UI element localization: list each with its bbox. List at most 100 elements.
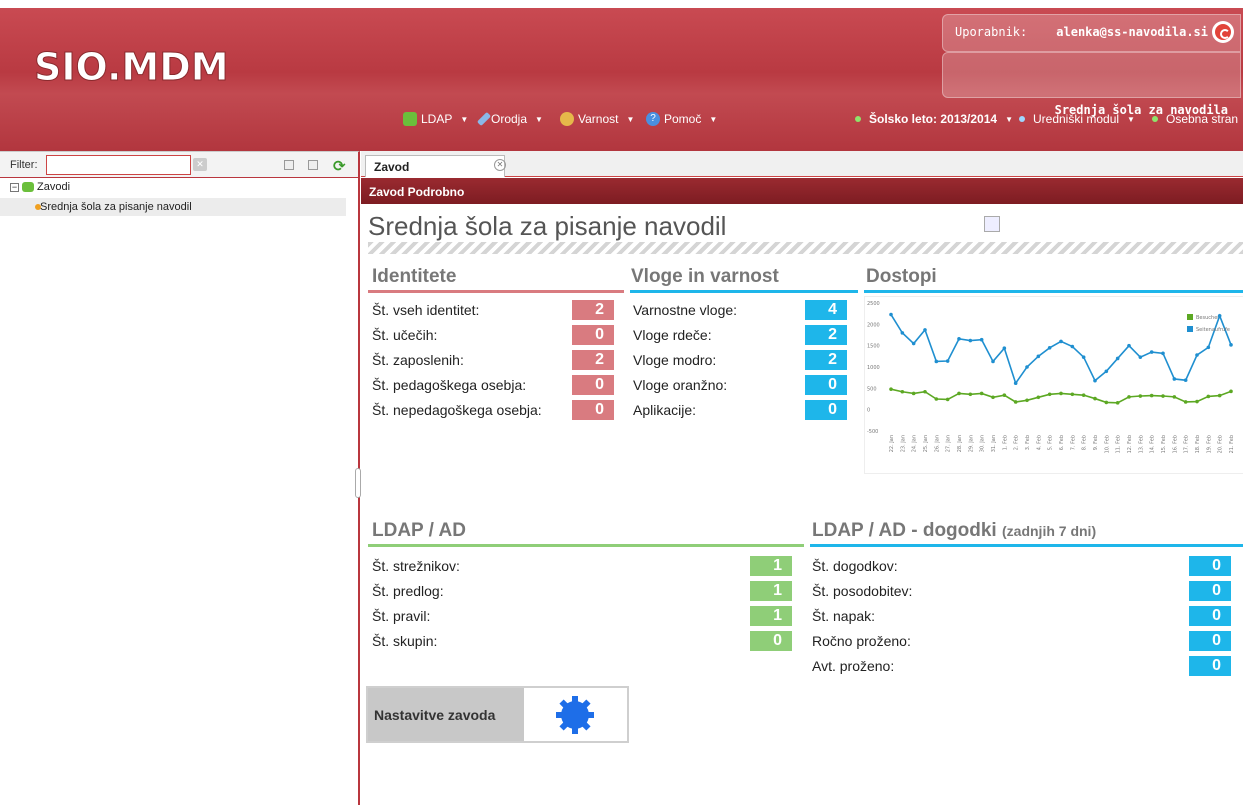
data-point [1047,392,1052,397]
ldap-row-value: 1 [750,606,792,626]
tree-root[interactable]: − Zavodi [10,181,70,193]
dogodki-title: LDAP / AD - dogodki [812,520,997,541]
menu-personal-page-label: Osebna stran [1166,112,1239,126]
data-point [945,359,950,363]
data-point [1149,350,1154,354]
identitete-row-label: Št. vseh identitet: [372,302,480,318]
menu-personal-page[interactable]: Osebna stran [1152,112,1238,126]
x-tick-label: 26. Jan [934,435,940,452]
menu-varnost[interactable]: Varnost ▼ [560,112,634,126]
tree-item-school[interactable]: Srednja šola za pisanje navodil [0,198,346,216]
tab-bar: Zavod ✕ [361,151,1243,177]
collapse-all-icon[interactable] [284,160,294,170]
data-point [1059,339,1063,344]
gear-icon [556,696,594,734]
expand-all-icon[interactable] [308,160,318,170]
x-tick-label: 12. Feb [1127,435,1133,453]
bullet-icon [1019,116,1025,122]
data-point [1047,346,1052,350]
left-panel: Filter: ✕ ⟳ − Zavodi Srednja šola za pis… [0,151,360,805]
data-point [1138,394,1143,398]
data-point [1059,391,1063,396]
settings-button[interactable]: Nastavitve zavoda [366,686,629,743]
legend-swatch [1187,326,1193,332]
x-tick-label: 28. Jan [957,435,963,452]
x-tick-label: 5. Feb [1048,435,1054,450]
data-point [911,341,916,346]
clear-icon[interactable]: ✕ [193,158,207,171]
identitete-row-label: Št. pedagoškega osebja: [372,377,527,393]
data-point [1070,344,1075,349]
x-tick-label: 21. Feb [1229,435,1235,453]
data-point [1127,343,1131,348]
data-point [991,395,995,400]
tree: − Zavodi [10,181,70,193]
x-tick-label: 15. Feb [1161,435,1167,453]
data-point [979,337,984,342]
panel-splitter[interactable] [355,468,361,498]
dogodki-row-value: 0 [1189,606,1231,626]
data-point [1036,395,1041,400]
logout-icon[interactable] [1212,21,1234,43]
legend-swatch [1187,314,1193,320]
refresh-icon[interactable]: ⟳ [333,157,346,175]
dogodki-row-value: 0 [1189,556,1231,576]
menu-orodja-label: Orodja [491,112,528,126]
section-title: Zavod Podrobno [361,178,1243,204]
vloge-row-label: Aplikacije: [633,402,697,418]
user-box: Uporabnik: alenka@ss-navodila.si Srednja… [942,14,1243,117]
collapse-icon[interactable]: − [10,182,19,192]
x-tick-label: 18. Feb [1195,435,1201,453]
tree-root-label: Zavodi [37,181,71,193]
vloge-row-value: 2 [805,325,847,345]
data-point [1002,393,1007,397]
close-icon[interactable]: ✕ [494,159,506,171]
vloge-heading: Vloge in varnost [631,266,779,287]
data-point [1161,351,1165,356]
menu-ldap[interactable]: LDAP ▼ [403,112,468,126]
identitete-row-value: 2 [572,300,614,320]
menu-varnost-label: Varnost [578,112,619,126]
x-tick-label: 29. Jan [968,435,974,452]
x-tick-label: 10. Feb [1104,435,1110,453]
legend-label: Seitenaufrufe [1196,327,1230,333]
data-point [1093,378,1097,383]
data-point [1161,394,1165,398]
data-point [889,312,893,317]
data-point [1172,395,1177,399]
data-point [1183,378,1188,383]
user-email[interactable]: alenka@ss-navodila.si [1056,25,1208,39]
data-point [1093,396,1097,401]
y-tick-label: 1000 [867,365,880,371]
vloge-row-label: Vloge oranžno: [633,377,728,393]
ldap-row-value: 1 [750,556,792,576]
x-tick-label: 16. Feb [1172,435,1178,453]
filter-row: Filter: ✕ ⟳ [0,152,358,178]
tab-zavod[interactable]: Zavod ✕ [365,155,506,177]
data-point [1206,394,1211,399]
x-tick-label: 22. Jan [889,435,895,452]
menu-bar: LDAP ▼ Orodja ▼ Varnost ▼ ? Pomoč ▼ Šolsko l… [0,106,1243,130]
ldap-row-label: Št. pravil: [372,608,431,624]
menu-editor-module[interactable]: Uredniški modul ▼ [1019,112,1135,126]
dogodki-rule [810,544,1243,547]
data-point [1115,356,1120,361]
app-logo: SIO.MDM [34,46,229,86]
vloge-row-label: Varnostne vloge: [633,302,738,318]
data-point [1138,355,1143,359]
logo-text: SIO.MDM [34,46,229,86]
dogodki-subtitle: (zadnjih 7 dni) [1002,523,1097,539]
x-tick-label: 23. Jan [900,435,906,452]
menu-pomoc-label: Pomoč [664,112,702,126]
menu-school-year[interactable]: Šolsko leto: 2013/2014 ▼ [855,112,1013,126]
menu-pomoc[interactable]: ? Pomoč ▼ [646,112,717,126]
data-point [923,328,927,332]
x-tick-label: 6. Feb [1059,435,1065,450]
x-tick-label: 4. Feb [1036,435,1042,450]
filter-input[interactable] [46,155,191,175]
ldap-row-label: Št. predlog: [372,583,444,599]
data-point [991,359,995,364]
menu-orodja[interactable]: Orodja ▼ [476,111,543,127]
x-tick-label: 2. Feb [1014,435,1020,450]
data-point [1025,398,1029,403]
